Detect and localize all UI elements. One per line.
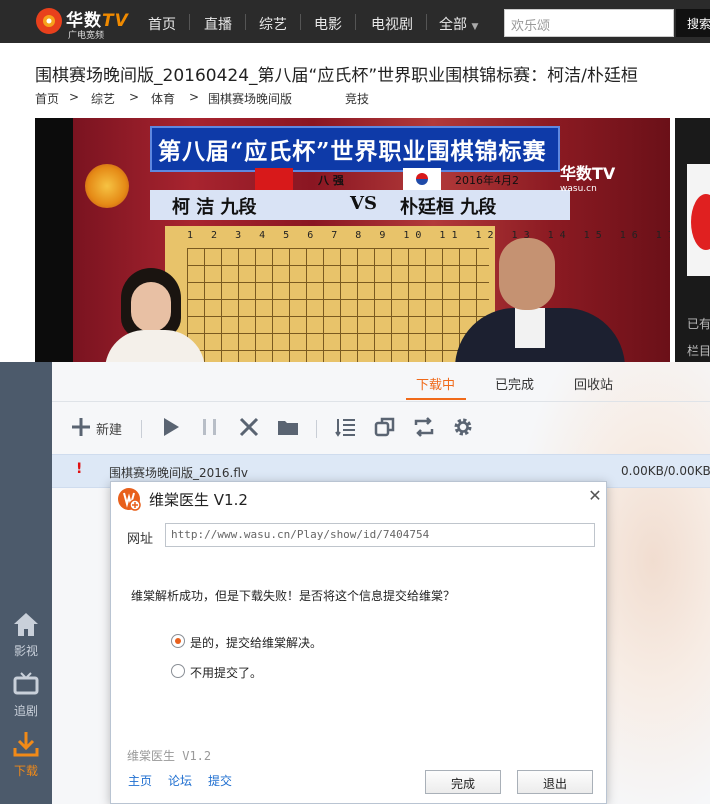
china-flag-icon xyxy=(255,168,293,190)
radio-selected[interactable] xyxy=(171,634,185,648)
nav-divider xyxy=(426,14,427,30)
sidebar-item-movies[interactable]: 影视 xyxy=(0,610,52,672)
close-button[interactable]: ✕ xyxy=(587,486,603,505)
nav-live[interactable]: 直播 xyxy=(204,14,232,34)
sort-button[interactable] xyxy=(335,416,357,440)
pause-icon xyxy=(203,419,216,435)
side-panel: 已有 栏目 xyxy=(675,118,710,362)
active-tab-indicator xyxy=(406,398,466,400)
window-button[interactable] xyxy=(374,416,396,440)
url-field[interactable]: http://www.wasu.cn/Play/show/id/7404754 xyxy=(165,523,595,547)
side-text: 已有 xyxy=(687,317,710,331)
toolbar-divider xyxy=(141,420,142,438)
folder-icon xyxy=(278,421,298,435)
nav-divider xyxy=(189,14,190,30)
site-header: 华数TV 广电宽频 首页 直播 综艺 电影 电视剧 全部 ▼ 欢乐颂 搜索 xyxy=(0,0,710,43)
breadcrumb-variety[interactable]: 综艺 xyxy=(91,90,115,107)
chevron-down-icon: ▼ xyxy=(471,22,479,32)
link-submit[interactable]: 提交 xyxy=(208,772,232,789)
breadcrumb-home[interactable]: 首页 xyxy=(35,90,59,107)
tab-completed[interactable]: 已完成 xyxy=(495,374,534,393)
error-icon: ! xyxy=(76,461,83,477)
new-task-button[interactable]: 新建 xyxy=(70,416,130,440)
breadcrumb-separator: > xyxy=(189,90,200,104)
refresh-icon xyxy=(414,417,434,437)
link-home[interactable]: 主页 xyxy=(128,772,152,789)
version-label: 维棠医生 V1.2 xyxy=(127,749,212,763)
play-icon xyxy=(164,418,179,436)
video-banner: 第八届“应氏杯”世界职业围棋锦标赛 xyxy=(150,126,560,172)
dialog-message: 维棠解析成功，但是下载失败！是否将这个信息提交给维棠？ xyxy=(131,589,456,603)
search-input[interactable]: 欢乐颂 xyxy=(504,9,674,37)
delete-icon xyxy=(239,417,259,437)
breadcrumb-separator: > xyxy=(69,90,80,104)
search-button[interactable]: 搜索 xyxy=(676,9,710,37)
breadcrumb-category[interactable]: 竞技 xyxy=(345,90,369,107)
doctor-dialog: 维棠医生 V1.2 ✕ 网址 http://www.wasu.cn/Play/s… xyxy=(110,481,607,804)
commentator xyxy=(455,238,625,362)
browser-page: 华数TV 广电宽频 首页 直播 综艺 电影 电视剧 全部 ▼ 欢乐颂 搜索 围棋… xyxy=(0,0,710,362)
nav-movie[interactable]: 电影 xyxy=(314,14,342,34)
breadcrumb-sports[interactable]: 体育 xyxy=(151,90,175,107)
tv-icon xyxy=(13,672,39,695)
sidebar-item-download[interactable]: 下载 xyxy=(0,730,52,792)
finish-button[interactable]: 完成 xyxy=(425,770,501,794)
page-title: 围棋赛场晚间版_20160424_第八届“应氏杯”世界职业围棋锦标赛：柯洁/朴廷… xyxy=(35,66,638,86)
link-forum[interactable]: 论坛 xyxy=(168,772,192,789)
delete-button[interactable] xyxy=(238,416,260,440)
exit-button[interactable]: 退出 xyxy=(517,770,593,794)
window-icon xyxy=(374,417,395,437)
toolbar-divider xyxy=(316,420,317,438)
open-folder-button[interactable] xyxy=(277,416,299,440)
plus-icon xyxy=(72,418,90,436)
nav-divider xyxy=(245,14,246,30)
tab-downloading[interactable]: 下载中 xyxy=(416,374,455,393)
nav-all[interactable]: 全部 ▼ xyxy=(439,14,478,34)
nav-home[interactable]: 首页 xyxy=(148,14,176,34)
task-size: 0.00KB/0.00KB xyxy=(621,464,710,478)
url-label: 网址 xyxy=(127,532,154,547)
nav-divider xyxy=(355,14,356,30)
site-logo[interactable]: 华数TV 广电宽频 xyxy=(34,4,134,41)
download-icon xyxy=(13,732,39,757)
app-logo-icon xyxy=(118,488,141,511)
radio-unselected[interactable] xyxy=(171,664,185,678)
tab-recycle-bin[interactable]: 回收站 xyxy=(574,374,613,393)
presenter xyxy=(105,268,225,362)
side-thumbnail[interactable] xyxy=(687,164,710,276)
sidebar-item-series[interactable]: 追剧 xyxy=(0,670,52,732)
nav-tv-series[interactable]: 电视剧 xyxy=(371,14,413,34)
logo-icon xyxy=(36,8,62,34)
sort-icon xyxy=(335,419,355,437)
dm-toolbar: 新建 xyxy=(52,406,710,450)
video-player[interactable]: 第八届“应氏杯”世界职业围棋锦标赛 八 强 2016年4月2 柯 洁 九段 VS… xyxy=(35,118,670,362)
home-icon xyxy=(14,613,38,636)
settings-icon xyxy=(454,418,472,436)
dm-tab-bar: 下载中 已完成 回收站 xyxy=(52,362,710,402)
nav-variety[interactable]: 综艺 xyxy=(259,14,287,34)
breadcrumb-separator: > xyxy=(129,90,140,104)
video-watermark: 华数TV wasu.cn xyxy=(560,164,616,194)
channel-logo xyxy=(85,164,129,208)
pause-button[interactable] xyxy=(199,416,221,440)
korea-flag-icon xyxy=(403,168,441,190)
side-text: 栏目 xyxy=(687,344,710,358)
refresh-button[interactable] xyxy=(413,416,435,440)
settings-button[interactable] xyxy=(452,416,474,440)
logo-subtitle: 广电宽频 xyxy=(68,31,105,41)
breadcrumb-program[interactable]: 围棋赛场晚间版 xyxy=(208,90,292,107)
start-button[interactable] xyxy=(160,416,182,440)
task-filename: 围棋赛场晚间版_2016.flv xyxy=(109,466,249,480)
nav-divider xyxy=(300,14,301,30)
dialog-title: 维棠医生 V1.2 xyxy=(149,491,248,509)
dm-sidebar: 影视 追剧 下载 xyxy=(0,362,52,804)
match-strip: 八 强 2016年4月2 柯 洁 九段 VS 朴廷桓 九段 xyxy=(150,174,570,220)
close-icon: ✕ xyxy=(588,486,602,505)
